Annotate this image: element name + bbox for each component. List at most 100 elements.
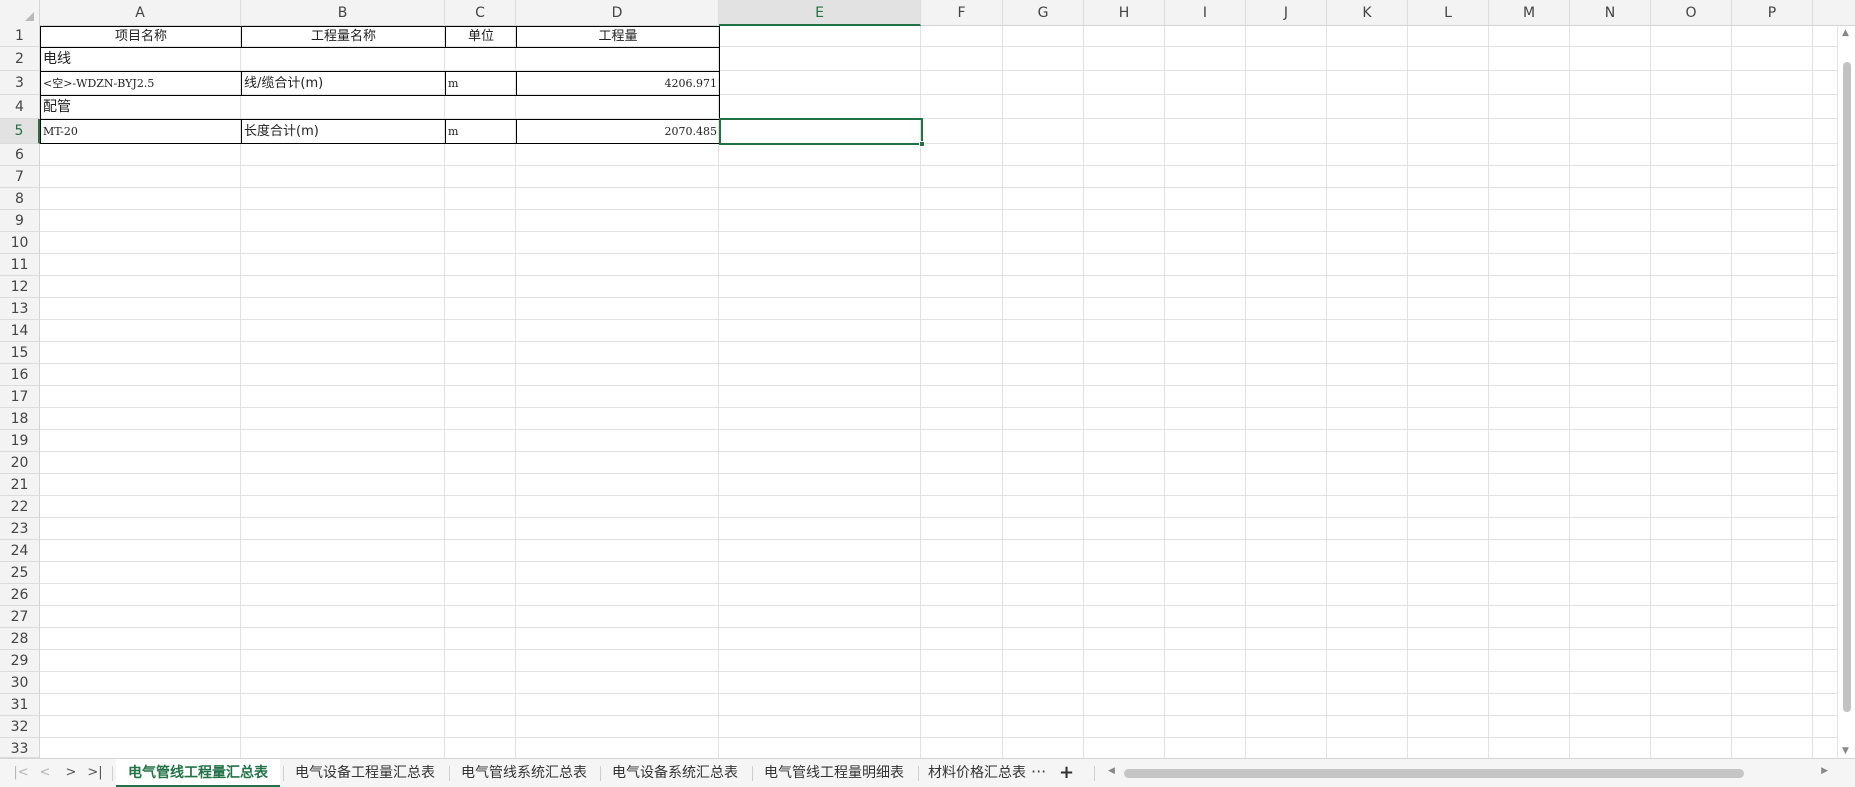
row-header-9[interactable]: 9 <box>0 210 40 232</box>
sheet-tab-4[interactable]: 电气设备系统汇总表 <box>600 759 750 787</box>
column-header-j[interactable]: J <box>1246 0 1327 26</box>
row-header-29[interactable]: 29 <box>0 650 40 672</box>
column-header-o[interactable]: O <box>1651 0 1732 26</box>
next-sheet-icon[interactable]: > <box>60 763 82 783</box>
column-header-p[interactable]: P <box>1732 0 1813 26</box>
vertical-scroll-thumb[interactable] <box>1843 62 1851 712</box>
item-name-cell[interactable]: MT-20 <box>40 119 242 144</box>
row-gridline <box>40 715 1837 716</box>
unit-cell[interactable]: m <box>445 119 517 144</box>
measure-name-cell[interactable]: 线/缆合计(m) <box>241 71 446 96</box>
quantity-cell[interactable]: 2070.485 <box>516 119 720 144</box>
column-header-l[interactable]: L <box>1408 0 1489 26</box>
row-gridline <box>40 583 1837 584</box>
row-header-19[interactable]: 19 <box>0 430 40 452</box>
row-gridline <box>40 231 1837 232</box>
row-header-6[interactable]: 6 <box>0 144 40 166</box>
spreadsheet-grid[interactable]: ABCDEFGHIJKLMNOP 项目名称 工程量名称 单位 工程量 电线 <空… <box>0 0 1855 758</box>
row-gridline <box>40 649 1837 650</box>
row-gridline <box>40 605 1837 606</box>
prev-sheet-icon[interactable]: < <box>34 763 56 783</box>
horizontal-scrollbar[interactable]: ◀ ▶ <box>1108 766 1828 779</box>
row-header-4[interactable]: 4 <box>0 95 40 119</box>
row-header-25[interactable]: 25 <box>0 562 40 584</box>
vertical-scrollbar[interactable]: ▲ ▼ <box>1837 26 1855 758</box>
row-header-8[interactable]: 8 <box>0 188 40 210</box>
category-cell-conduit[interactable]: 配管 <box>40 95 720 120</box>
column-header-h[interactable]: H <box>1084 0 1165 26</box>
row-header-3[interactable]: 3 <box>0 71 40 95</box>
row-header-10[interactable]: 10 <box>0 232 40 254</box>
row-header-27[interactable]: 27 <box>0 606 40 628</box>
row-gridline <box>40 627 1837 628</box>
row-header-7[interactable]: 7 <box>0 166 40 188</box>
header-cell-item-name[interactable]: 项目名称 <box>40 26 242 48</box>
header-cell-measure-name[interactable]: 工程量名称 <box>241 26 446 48</box>
row-header-32[interactable]: 32 <box>0 716 40 738</box>
row-header-15[interactable]: 15 <box>0 342 40 364</box>
row-header-5[interactable]: 5 <box>0 119 40 144</box>
column-header-f[interactable]: F <box>921 0 1003 26</box>
unit-cell[interactable]: m <box>445 71 517 96</box>
row-header-18[interactable]: 18 <box>0 408 40 430</box>
row-gridline <box>40 407 1837 408</box>
row-gridline <box>40 671 1837 672</box>
column-header-m[interactable]: M <box>1489 0 1570 26</box>
row-header-17[interactable]: 17 <box>0 386 40 408</box>
quantity-cell[interactable]: 4206.971 <box>516 71 720 96</box>
row-header-14[interactable]: 14 <box>0 320 40 342</box>
row-header-13[interactable]: 13 <box>0 298 40 320</box>
header-cell-unit[interactable]: 单位 <box>445 26 517 48</box>
active-cell-selection[interactable] <box>719 118 925 147</box>
sheet-tab-6[interactable]: 材料价格汇总表 <box>916 759 1026 787</box>
row-header-21[interactable]: 21 <box>0 474 40 496</box>
column-header-k[interactable]: K <box>1327 0 1408 26</box>
row-header-22[interactable]: 22 <box>0 496 40 518</box>
row-gridline <box>40 473 1837 474</box>
horizontal-scroll-thumb[interactable] <box>1124 769 1744 778</box>
measure-name-cell[interactable]: 长度合计(m) <box>241 119 446 144</box>
category-cell-wire[interactable]: 电线 <box>40 47 720 72</box>
row-gridline <box>40 187 1837 188</box>
column-header-b[interactable]: B <box>241 0 445 26</box>
sheet-tab-5[interactable]: 电气管线工程量明细表 <box>752 759 916 787</box>
sheet-tab-3[interactable]: 电气管线系统汇总表 <box>449 759 599 787</box>
more-tabs-icon[interactable]: ··· <box>1031 759 1046 787</box>
item-name-cell[interactable]: <空>-WDZN-BYJ2.5 <box>40 71 242 96</box>
scroll-down-icon[interactable]: ▼ <box>1842 746 1849 756</box>
column-header-i[interactable]: I <box>1165 0 1246 26</box>
header-cell-quantity[interactable]: 工程量 <box>516 26 720 48</box>
row-header-28[interactable]: 28 <box>0 628 40 650</box>
column-header-a[interactable]: A <box>40 0 241 26</box>
sheet-tab-2[interactable]: 电气设备工程量汇总表 <box>283 759 447 787</box>
fill-handle[interactable] <box>919 141 925 147</box>
column-header-n[interactable]: N <box>1570 0 1651 26</box>
row-header-16[interactable]: 16 <box>0 364 40 386</box>
scroll-right-icon[interactable]: ▶ <box>1821 766 1828 776</box>
row-header-24[interactable]: 24 <box>0 540 40 562</box>
column-header-c[interactable]: C <box>445 0 516 26</box>
column-header-e[interactable]: E <box>719 0 921 26</box>
row-gridline <box>40 341 1837 342</box>
row-header-12[interactable]: 12 <box>0 276 40 298</box>
select-all-corner[interactable] <box>0 0 40 26</box>
row-header-30[interactable]: 30 <box>0 672 40 694</box>
scroll-left-icon[interactable]: ◀ <box>1108 766 1115 776</box>
row-header-1[interactable]: 1 <box>0 26 40 47</box>
row-header-2[interactable]: 2 <box>0 47 40 71</box>
column-header-d[interactable]: D <box>516 0 719 26</box>
row-header-33[interactable]: 33 <box>0 738 40 758</box>
scroll-up-icon[interactable]: ▲ <box>1842 28 1849 38</box>
first-sheet-icon[interactable]: |< <box>10 763 32 783</box>
column-header-bar: ABCDEFGHIJKLMNOP <box>0 0 1855 26</box>
row-header-20[interactable]: 20 <box>0 452 40 474</box>
row-gridline <box>40 517 1837 518</box>
row-header-31[interactable]: 31 <box>0 694 40 716</box>
row-header-11[interactable]: 11 <box>0 254 40 276</box>
row-header-23[interactable]: 23 <box>0 518 40 540</box>
sheet-tab-1[interactable]: 电气管线工程量汇总表 <box>116 759 280 787</box>
add-sheet-icon[interactable]: + <box>1059 759 1074 787</box>
column-header-g[interactable]: G <box>1003 0 1084 26</box>
row-header-26[interactable]: 26 <box>0 584 40 606</box>
last-sheet-icon[interactable]: >| <box>84 763 106 783</box>
